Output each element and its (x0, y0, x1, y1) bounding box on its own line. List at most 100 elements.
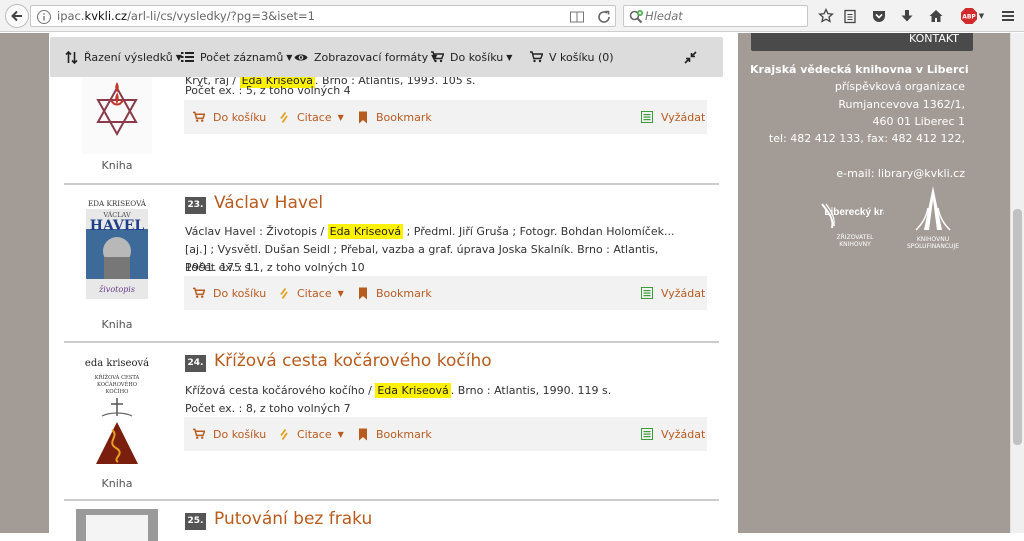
record-kind: Kniha (101, 318, 133, 331)
bookmark-button[interactable]: Bookmark (358, 276, 432, 310)
liberecky-kraj-logo[interactable]: Liberecký kraj (818, 200, 884, 232)
cart-icon (193, 287, 205, 298)
citation-dropdown[interactable]: Citace ▼ (279, 100, 344, 134)
book-cover-image[interactable]: EDA KRISEOVÁ VÁCLAV HAVEL životopis (82, 195, 152, 307)
record-description: Křížová cesta kočárového kočího / Eda Kr… (185, 382, 690, 400)
link-icon (280, 428, 288, 440)
home-icon (929, 10, 943, 22)
link-icon (280, 111, 288, 123)
pocket-button[interactable] (869, 6, 889, 26)
record-desc-text: . Brno : Atlantis, 1990. 119 s. (450, 384, 612, 397)
page-scrollbar[interactable] (1010, 33, 1024, 533)
chevron-down-icon: ▼ (337, 429, 344, 439)
citation-label: Citace (297, 427, 332, 441)
library-email[interactable]: e-mail: library@kvkli.cz (750, 165, 965, 182)
record-actions: Do košíku Citace ▼ Bookmark Vyžádat (184, 276, 707, 310)
sort-label: Řazení výsledků (84, 50, 173, 64)
book-cover-image[interactable] (76, 509, 158, 541)
logo1-caption: ZŘIZOVATEL KNIHOVNY (836, 234, 874, 248)
list-icon (181, 52, 194, 62)
sort-arrows-icon (65, 50, 78, 64)
add-to-basket-button[interactable]: Do košíku (193, 100, 266, 134)
record-desc-text: Václav Havel : Životopis / (185, 225, 325, 238)
bookmark-label: Bookmark (376, 427, 432, 441)
adblock-stop-icon: ABP (960, 8, 977, 24)
home-button[interactable] (926, 6, 946, 26)
star-icon (818, 8, 834, 23)
bookmark-button[interactable]: Bookmark (358, 100, 432, 134)
bookmark-button[interactable]: Bookmark (358, 417, 432, 451)
download-arrow-icon (901, 10, 913, 22)
downloads-button[interactable] (897, 6, 917, 26)
record-number: 24. (185, 355, 206, 372)
record-number: 25. (185, 513, 206, 530)
link-icon (280, 287, 288, 299)
pocket-icon (873, 11, 885, 22)
cart-icon (530, 51, 543, 63)
bookmark-label: Bookmark (376, 286, 432, 300)
list-form-icon (641, 111, 653, 123)
compress-arrows-icon (684, 50, 697, 64)
record-title-link[interactable]: Václav Havel (214, 193, 323, 213)
bookmark-star-button[interactable] (816, 6, 836, 26)
scrollbar-thumb[interactable] (1013, 209, 1022, 445)
info-icon[interactable] (36, 9, 52, 25)
record-title-link[interactable]: Putování bez fraku (214, 509, 372, 529)
bookmark-label: Bookmark (376, 110, 432, 124)
sort-dropdown[interactable]: Řazení výsledků ▼ (65, 37, 182, 77)
citation-dropdown[interactable]: Citace ▼ (279, 276, 344, 310)
request-button[interactable]: Vyžádat (641, 100, 705, 134)
record-title-link[interactable]: Křížová cesta kočárového kočího (214, 351, 492, 371)
copies-count: Počet ex. : 5, z toho volných 4 (185, 84, 351, 97)
citation-label: Citace (297, 110, 332, 124)
cover-line2-text: KOČÁROVÉHO (97, 380, 137, 388)
back-button[interactable] (5, 4, 29, 28)
record-count-label: Počet záznamů (200, 50, 284, 64)
library-org-type: příspěvková organizace (834, 80, 965, 93)
record-kind: Kniha (101, 159, 133, 172)
citation-label: Citace (297, 286, 332, 300)
cover-line3-text: KOČÍHO (106, 387, 129, 395)
add-to-basket-label: Do košíku (213, 286, 267, 300)
contact-button[interactable]: KONTAKT (751, 33, 973, 51)
chevron-down-icon: ▼ (337, 288, 344, 298)
request-button[interactable]: Vyžádat (641, 276, 705, 310)
menu-button[interactable] (998, 6, 1018, 26)
add-to-basket-label: Do košíku (213, 427, 267, 441)
library-cofinance-logo[interactable] (914, 186, 952, 234)
cover-line1-text: KŘÍŽOVÁ CESTA (95, 373, 140, 381)
cart-icon (193, 428, 205, 439)
request-label: Vyžádat (661, 286, 706, 300)
citation-dropdown[interactable]: Citace ▼ (279, 417, 344, 451)
cart-icon (193, 111, 205, 122)
chevron-down-icon: ▼ (337, 112, 344, 122)
display-formats-dropdown[interactable]: Zobrazovací formáty ▼ (294, 37, 437, 77)
book-cover-image[interactable]: eda kriseová KŘÍŽOVÁ CESTA KOČÁROVÉHO KO… (82, 352, 152, 470)
arrow-left-icon (11, 10, 22, 22)
eye-icon (294, 54, 308, 60)
cover-author-text: eda kriseová (85, 358, 149, 369)
to-basket-dropdown[interactable]: Do košíku ▼ (431, 37, 512, 77)
list-form-icon (641, 287, 653, 299)
bookmark-icon (359, 428, 367, 440)
library-street: Rumjancevova 1362/1, (838, 98, 965, 111)
reading-list-button[interactable] (840, 6, 860, 26)
request-button[interactable]: Vyžádat (641, 417, 705, 451)
book-cover-image[interactable] (82, 70, 152, 154)
author-highlight[interactable]: Eda Kriseová (375, 383, 451, 398)
adblock-button[interactable]: ABP ▼ (958, 6, 986, 26)
author-highlight[interactable]: Eda Kriseová (327, 224, 404, 239)
add-to-basket-button[interactable]: Do košíku (193, 417, 266, 451)
basket-label: V košíku (0) (549, 50, 614, 64)
display-formats-label: Zobrazovací formáty (314, 50, 429, 64)
logo2-caption: KNIHOVNU SPOLUFINANCUJE (906, 236, 960, 250)
basket-link[interactable]: V košíku (0) (530, 37, 614, 77)
copies-count: Počet ex. : 11, z toho volných 10 (185, 261, 365, 274)
list-form-icon (641, 428, 653, 440)
record-count-dropdown[interactable]: Počet záznamů ▼ (181, 37, 292, 77)
add-to-basket-button[interactable]: Do košíku (193, 276, 266, 310)
cart-icon (431, 51, 444, 63)
request-label: Vyžádat (661, 110, 706, 124)
collapse-toolbar-button[interactable] (684, 37, 703, 77)
record-kind: Kniha (101, 477, 133, 490)
